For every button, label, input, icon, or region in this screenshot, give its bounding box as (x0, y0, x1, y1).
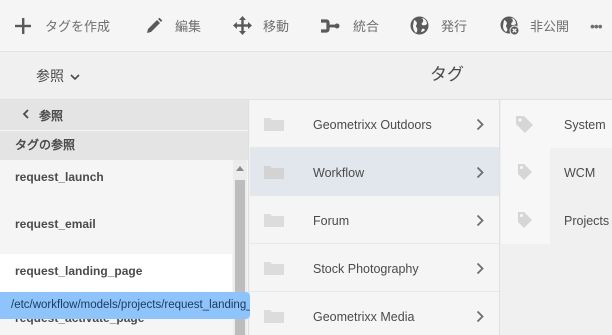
column-row-label: Geometrixx Outdoors (313, 118, 432, 132)
merge-icon (320, 18, 340, 34)
move-label: 移動 (263, 19, 290, 34)
chevron-down-icon (70, 68, 80, 84)
tag-icon (515, 115, 534, 139)
publish-button[interactable]: 発行 (410, 0, 467, 52)
rail-back-button[interactable]: 参照 (0, 100, 248, 130)
chevron-right-icon (476, 214, 484, 232)
globe-unpublish-icon (500, 16, 520, 36)
more-actions-label: ••• (590, 17, 603, 34)
chevron-right-icon (476, 310, 484, 328)
folder-icon (264, 309, 284, 323)
column-row-label: Forum (313, 214, 350, 228)
scroll-up-arrow-icon[interactable] (236, 166, 244, 171)
rail-section-title: タグの参照 (0, 131, 248, 160)
unpublish-label: 非公開 (530, 19, 570, 34)
column-row[interactable]: Forum (250, 196, 499, 244)
column-row-label: Geometrixx Media (313, 310, 415, 324)
unpublish-button[interactable]: 非公開 (500, 0, 569, 52)
chevron-right-icon (476, 118, 484, 136)
column-row[interactable]: Geometrixx Media (250, 292, 499, 335)
folder-icon (264, 165, 284, 179)
folder-icon (264, 213, 284, 227)
column-row[interactable] (501, 196, 550, 244)
chevron-left-icon (22, 108, 29, 122)
column-row[interactable]: Stock Photography (250, 244, 499, 292)
pencil-icon (145, 17, 163, 35)
column-row-label: Stock Photography (313, 262, 419, 276)
create-tag-button[interactable]: タグを作成 (14, 0, 110, 52)
edit-label: 編集 (175, 19, 202, 34)
tag-column-2: System WCM Projects (501, 100, 612, 335)
column-row-selected[interactable]: Workflow (250, 148, 499, 196)
list-item-label: request_launch (15, 170, 104, 184)
folder-icon (264, 261, 284, 275)
plus-icon (14, 17, 32, 35)
tag-icon (515, 211, 534, 235)
globe-icon (410, 16, 429, 35)
rail-back-label: 参照 (39, 108, 64, 123)
column-row-label: Projects (564, 214, 610, 228)
merge-label: 統合 (353, 19, 380, 34)
action-toolbar: タグを作成 編集 移動 統合 発行 非公開 ••• (0, 0, 612, 52)
column-row[interactable] (501, 148, 550, 196)
reference-toggle-label: 参照 (36, 68, 64, 84)
more-actions-button[interactable]: ••• (590, 0, 603, 52)
sub-header: 参照 タグ (0, 52, 612, 100)
merge-button[interactable]: 統合 (320, 0, 379, 52)
column-row-label: WCM (564, 166, 596, 180)
column-row-label: System (564, 118, 606, 132)
column-row-label: Workflow (313, 166, 365, 180)
move-button[interactable]: 移動 (233, 0, 289, 52)
publish-label: 発行 (441, 19, 468, 34)
list-item[interactable]: request_email (0, 207, 232, 254)
list-item-label: request_landing_page (15, 264, 143, 278)
folder-icon (264, 117, 284, 131)
chevron-right-icon (476, 262, 484, 280)
list-item[interactable]: request_launch (0, 160, 232, 207)
edit-button[interactable]: 編集 (145, 0, 201, 52)
reference-toggle[interactable]: 参照 (36, 52, 80, 100)
page-title: タグ (430, 65, 464, 84)
tag-column-1: Geometrixx Outdoors Workflow Forum Stock… (250, 100, 500, 335)
chevron-right-icon (476, 166, 484, 184)
list-item-label: request_email (15, 217, 96, 231)
move-arrows-icon (233, 16, 252, 35)
column-row[interactable]: Geometrixx Outdoors (250, 100, 499, 148)
tag-icon (515, 163, 534, 187)
create-tag-label: タグを作成 (45, 19, 111, 34)
path-tooltip: /etc/workflow/models/projects/request_la… (0, 292, 250, 319)
